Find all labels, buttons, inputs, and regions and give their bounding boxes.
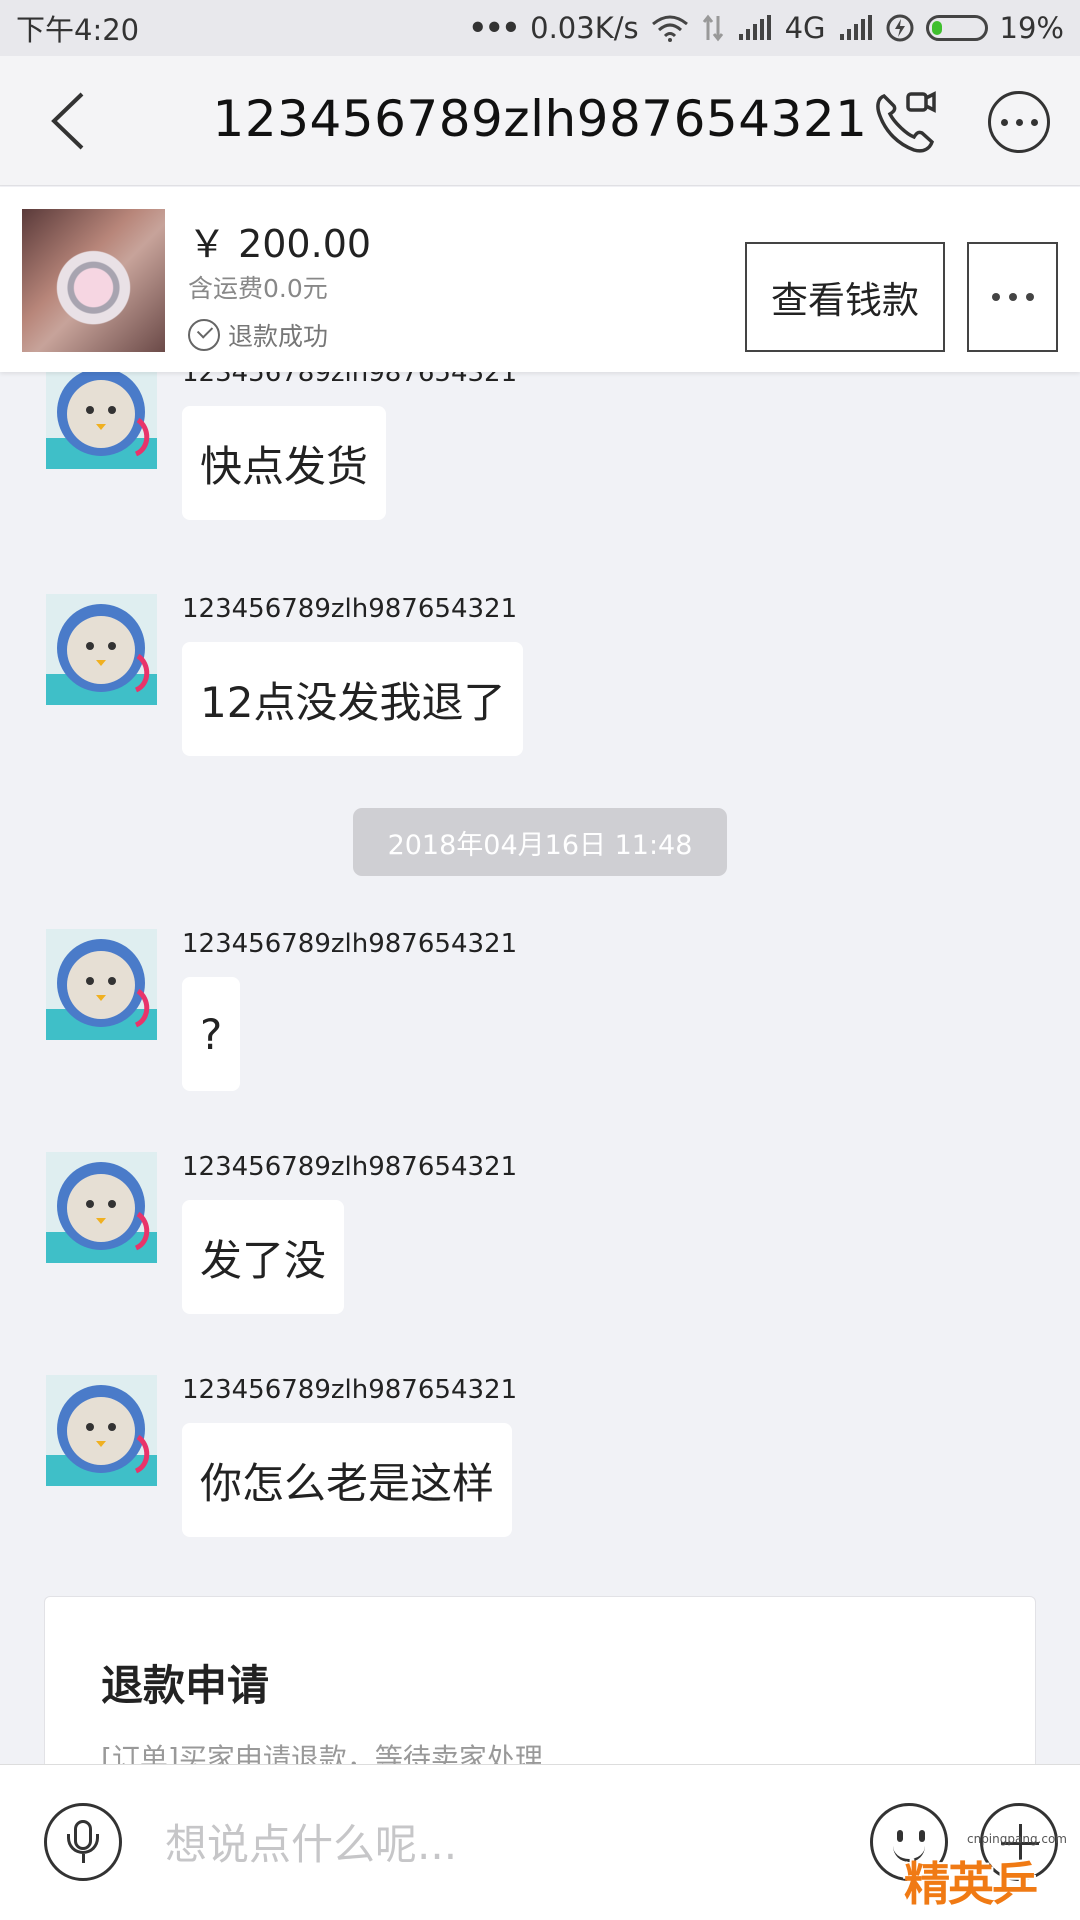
cat-avatar-icon xyxy=(46,604,157,705)
message-bubble[interactable]: 你怎么老是这样 xyxy=(182,1423,513,1537)
order-price: ￥ 200.00 xyxy=(188,222,372,266)
input-bar xyxy=(0,1764,1080,1920)
signal-icon-2 xyxy=(839,15,872,40)
sender-name: 123456789zlh987654321 xyxy=(182,372,518,388)
battery-icon xyxy=(925,15,988,41)
smiley-icon xyxy=(893,1844,925,1862)
more-options-button[interactable] xyxy=(988,91,1050,153)
avatar[interactable] xyxy=(46,594,157,705)
message-input[interactable] xyxy=(165,1805,845,1883)
sender-name: 123456789zlh987654321 xyxy=(182,594,518,624)
status-bar: 下午4:20 ••• 0.03K/s 4G 19% xyxy=(0,0,1080,56)
wifi-icon xyxy=(651,15,688,42)
product-thumbnail[interactable] xyxy=(22,209,165,352)
network-speed: 0.03K/s xyxy=(530,11,639,45)
message-bubble[interactable]: 发了没 xyxy=(182,1200,345,1314)
battery-percent: 19% xyxy=(999,11,1064,45)
order-shipping: 含运费0.0元 xyxy=(188,274,328,303)
cat-avatar-icon xyxy=(46,939,157,1040)
message-bubble[interactable]: 12点没发我退了 xyxy=(182,642,524,756)
status-time: 下午4:20 xyxy=(16,13,140,47)
microphone-arc xyxy=(67,1834,99,1854)
dot-icon xyxy=(1000,118,1008,126)
emoji-eye xyxy=(919,1830,925,1842)
phone-video-icon[interactable] xyxy=(870,86,940,156)
page-title: 123456789zlh987654321 xyxy=(212,90,868,148)
cat-avatar-icon xyxy=(46,1162,157,1263)
message-bubble[interactable]: 快点发货 xyxy=(182,406,387,520)
avatar[interactable] xyxy=(46,929,157,1040)
refund-request-card[interactable]: 退款申请 [订单]买家申请退款，等待卖家处理 xyxy=(44,1596,1036,1764)
voice-input-button[interactable] xyxy=(44,1803,122,1881)
cat-avatar-icon xyxy=(46,1385,157,1486)
dot-icon xyxy=(991,293,1000,301)
avatar[interactable] xyxy=(46,372,157,469)
avatar[interactable] xyxy=(46,1152,157,1263)
emoji-button[interactable] xyxy=(870,1803,948,1881)
dot-icon xyxy=(1015,118,1023,126)
sender-name: 123456789zlh987654321 xyxy=(182,1152,518,1182)
timestamp-chip: 2018年04月16日 11:48 xyxy=(353,808,727,876)
order-status: 退款成功 xyxy=(188,317,328,353)
order-more-button[interactable] xyxy=(967,242,1058,352)
dot-icon xyxy=(1008,293,1017,301)
avatar[interactable] xyxy=(46,1375,157,1486)
sender-name: 123456789zlh987654321 xyxy=(182,1375,518,1405)
check-circle-icon xyxy=(188,319,220,351)
more-dots-icon: ••• xyxy=(468,11,521,45)
signal-icon xyxy=(738,15,771,40)
microphone-stem xyxy=(82,1854,85,1863)
order-status-label: 退款成功 xyxy=(228,322,329,351)
message-bubble[interactable]: ? xyxy=(182,977,241,1091)
order-card: ￥ 200.00 含运费0.0元 退款成功 查看钱款 xyxy=(0,187,1080,372)
view-money-button[interactable]: 查看钱款 xyxy=(745,242,945,352)
dot-icon xyxy=(1025,293,1034,301)
refund-title: 退款申请 xyxy=(101,1661,270,1710)
emoji-eye xyxy=(897,1830,903,1842)
sender-name: 123456789zlh987654321 xyxy=(182,929,518,959)
plus-button[interactable] xyxy=(980,1803,1058,1881)
refund-description: [订单]买家申请退款，等待卖家处理 xyxy=(101,1742,543,1764)
network-type: 4G xyxy=(784,11,826,45)
back-icon[interactable] xyxy=(40,88,100,154)
nav-bar: 123456789zlh987654321 xyxy=(0,56,1080,186)
data-transfer-icon xyxy=(702,14,723,42)
chat-area[interactable]: 123456789zlh987654321 快点发货 123456789zlh9… xyxy=(0,372,1080,1764)
status-icons: ••• 0.03K/s 4G 19% xyxy=(469,11,1064,45)
dot-icon xyxy=(1030,118,1038,126)
cat-avatar-icon xyxy=(46,372,157,469)
charging-icon xyxy=(886,14,914,42)
